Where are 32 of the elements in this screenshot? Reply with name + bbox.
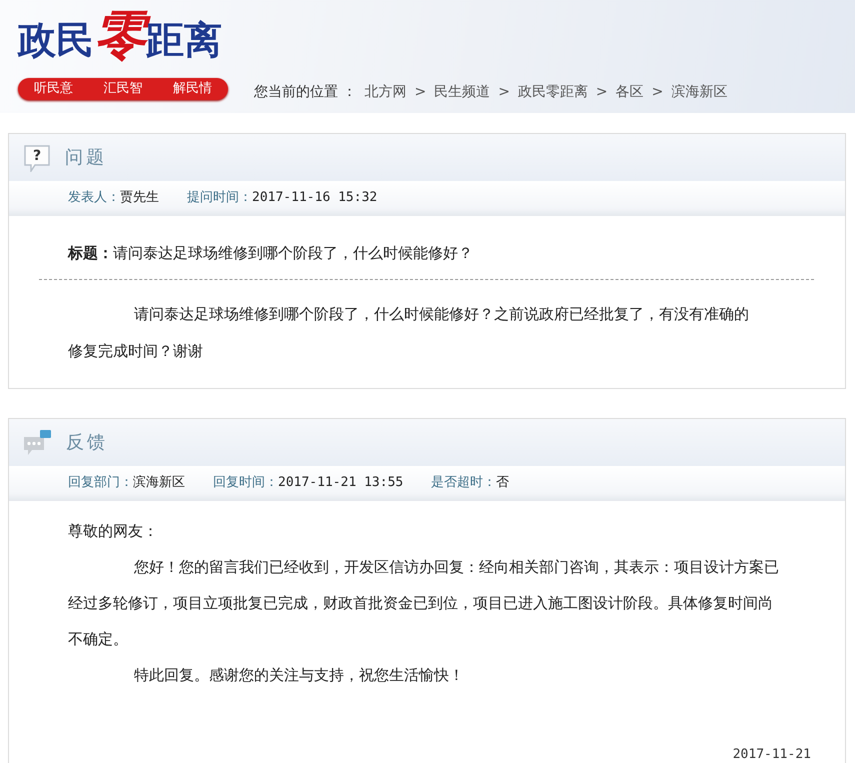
meta-value: 否: [496, 475, 510, 490]
meta-value: 滨海新区: [133, 475, 185, 490]
meta-value: 2017-11-21 13:55: [278, 475, 404, 490]
meta-label: 是否超时：: [431, 475, 496, 490]
breadcrumb-separator: >: [596, 83, 608, 102]
breadcrumb-separator: >: [498, 83, 510, 102]
breadcrumb-link[interactable]: 政民零距离: [518, 82, 588, 113]
site-logo: 政民零距离: [18, 6, 223, 68]
reply-text: 特此回复。感谢您的关注与支持，祝您生活愉快！: [133, 665, 465, 686]
meta-value: 2017-11-16 15:32: [252, 190, 378, 206]
question-text: 请问泰达足球场维修到哪个阶段了，什么时候能修好？之前说政府已经批复了，有没有准确的修复完成时间？谢谢: [68, 304, 750, 362]
reply-text: 您好！您的留言我们已经收到，开发区信访办回复：经向相关部门咨询，其表示：项目设计方案已经过多轮修订，项目立项批复已完成，财政首批资金已到位，项目已进入施工图设计阶段。具体修复时间尚不确定。: [68, 557, 780, 650]
chat-bubbles-icon: [23, 429, 52, 456]
section-title: 问题: [65, 146, 107, 170]
breadcrumb-link[interactable]: 北方网: [364, 82, 406, 113]
question-subject: 标题：请问泰达足球场维修到哪个阶段了，什么时候能修好？: [68, 243, 474, 264]
breadcrumb-link[interactable]: 民生频道: [434, 82, 490, 113]
breadcrumb-link[interactable]: 各区: [616, 82, 644, 113]
breadcrumb-separator: >: [652, 83, 664, 102]
meta-label: 回复时间：: [213, 475, 278, 490]
slogan-bar: 听民意 汇民智 解民情: [18, 78, 228, 100]
meta-label: 发表人：: [68, 190, 120, 206]
breadcrumb-separator: >: [414, 83, 426, 102]
help-bubble-icon: ?: [23, 144, 51, 172]
meta-label: 提问时间：: [187, 190, 252, 206]
section-title: 反馈: [66, 431, 108, 455]
breadcrumb-label: 您当前的位置 ：: [254, 83, 356, 102]
breadcrumb-link[interactable]: 滨海新区: [671, 82, 728, 113]
greeting-text: 尊敬的网友：: [68, 521, 159, 542]
meta-label: 回复部门：: [68, 475, 133, 490]
reply-date: 2017-11-21: [732, 746, 811, 763]
meta-value: 贾先生: [120, 190, 159, 206]
